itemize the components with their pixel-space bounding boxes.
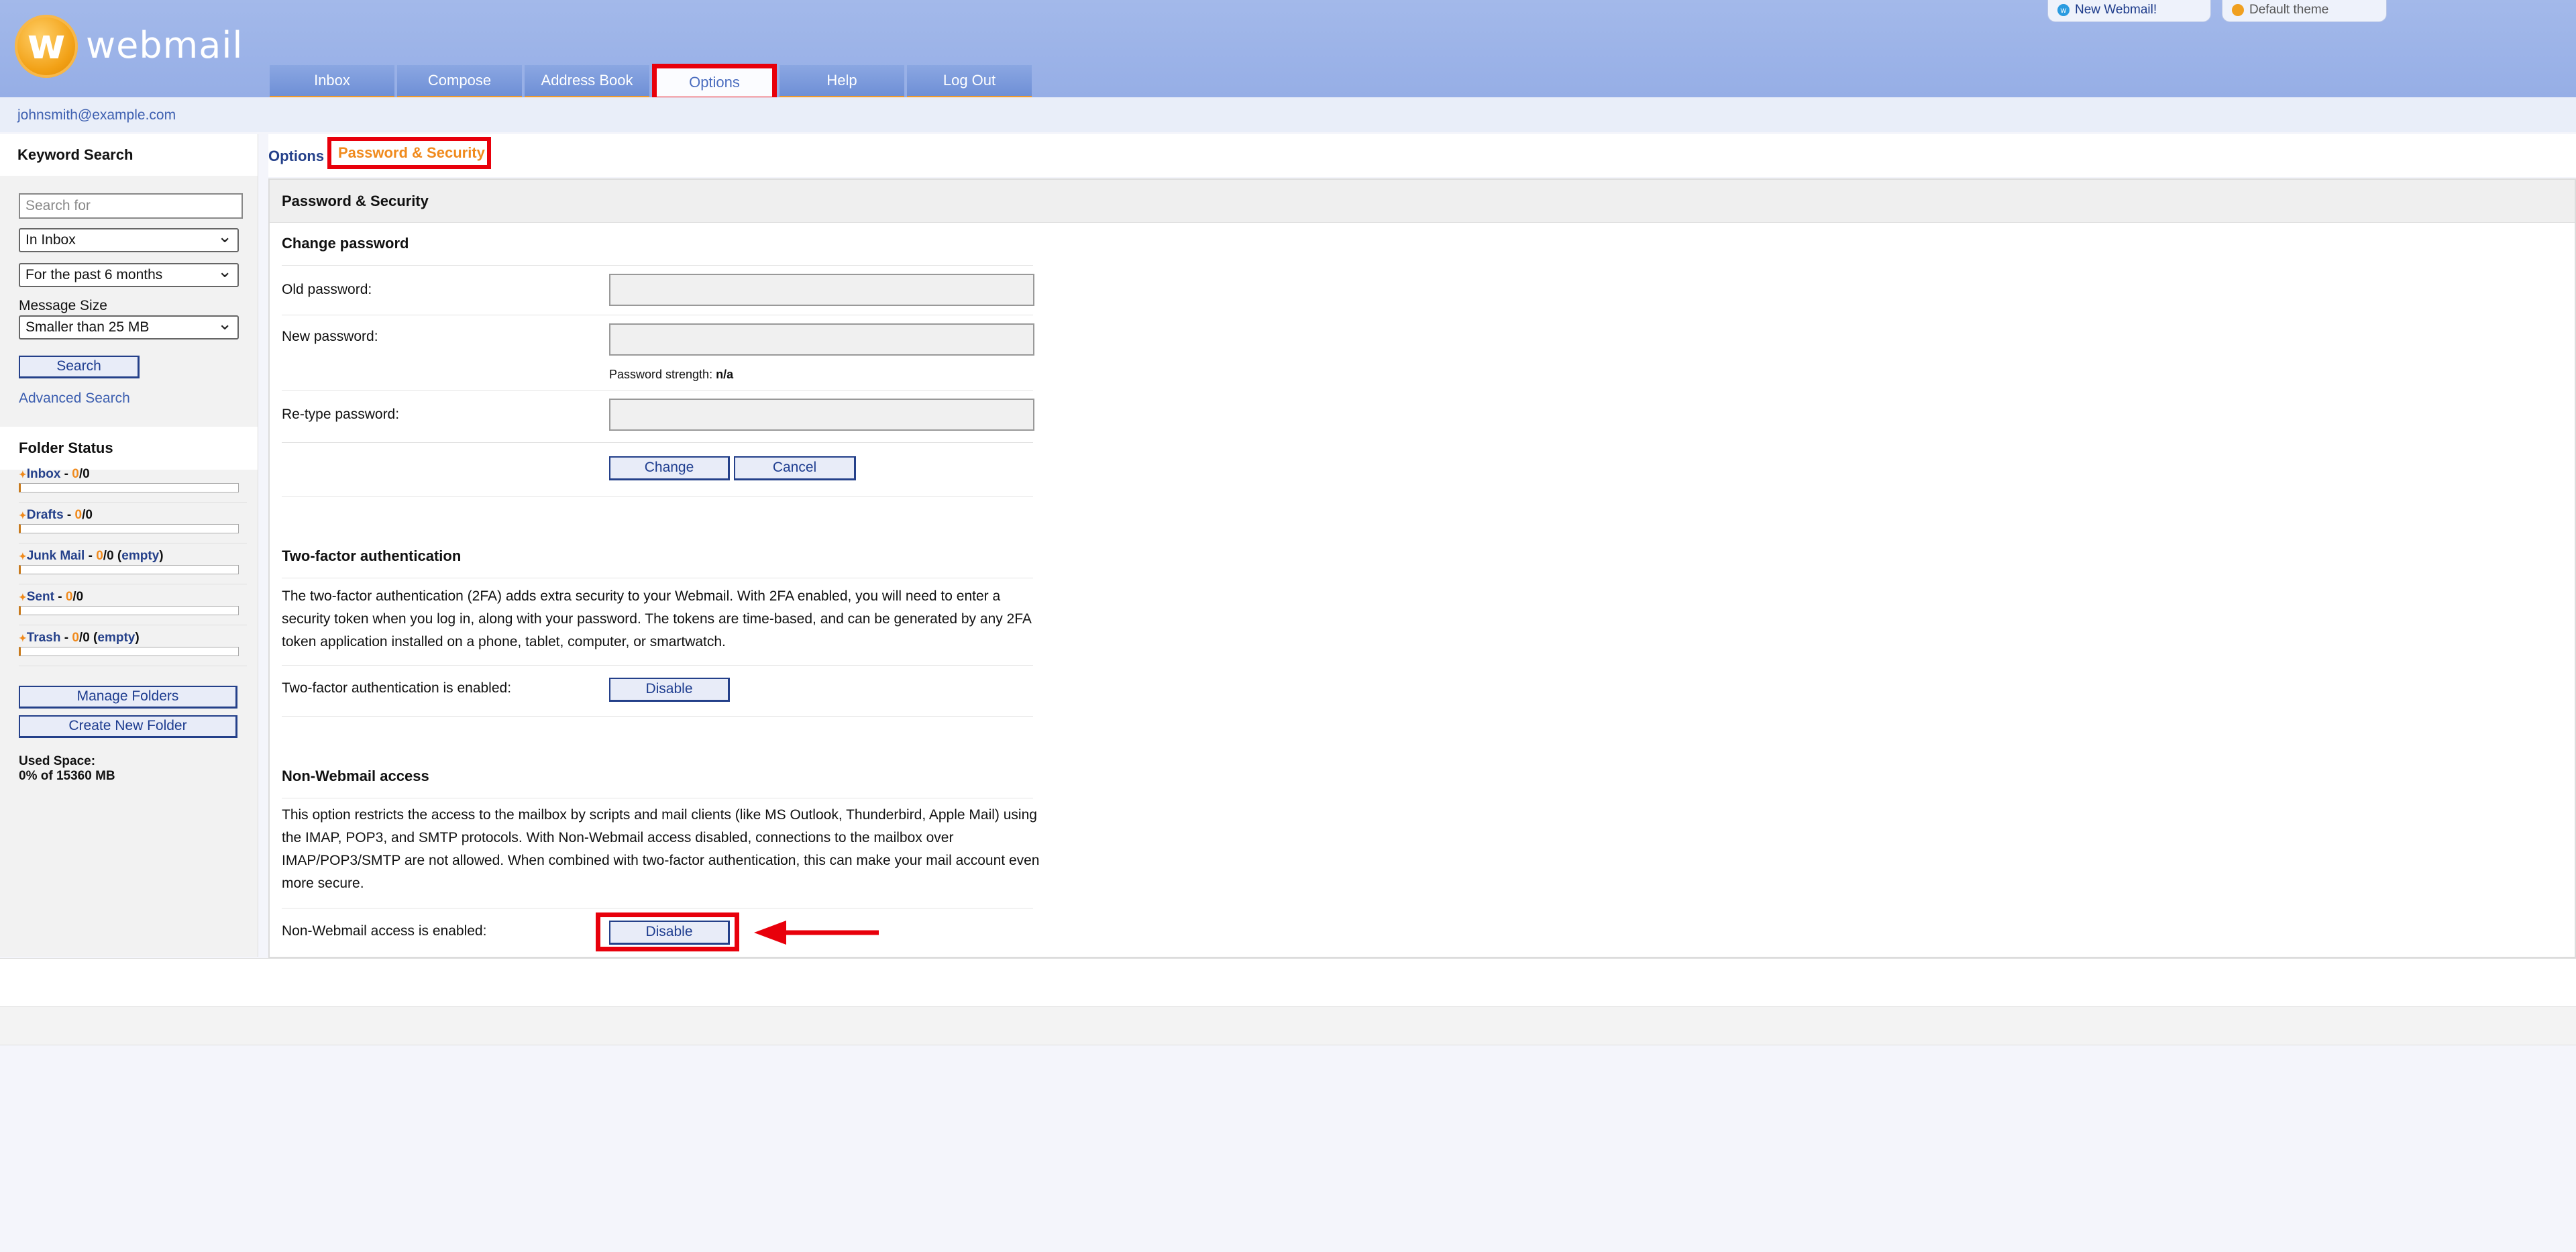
tab-help[interactable]: Help	[780, 65, 904, 99]
divider	[282, 797, 1033, 798]
user-bar: johnsmith@example.com	[0, 97, 2576, 132]
brand-name: webmail	[86, 24, 244, 66]
password-strength-value: n/a	[716, 368, 734, 381]
two-factor-title: Two-factor authentication	[282, 547, 462, 564]
breadcrumb: Options Password & Security	[268, 134, 2576, 177]
breadcrumb-options-link[interactable]: Options	[268, 148, 324, 165]
folder-usage-bar	[19, 606, 239, 615]
disable-2fa-button[interactable]: Disable	[609, 678, 730, 702]
keyword-search-title: Keyword Search	[0, 134, 258, 176]
folder-item-drafts[interactable]: ✦Drafts - 0/0	[19, 504, 247, 543]
tab-compose[interactable]: Compose	[397, 65, 522, 99]
retype-password-label: Re-type password:	[282, 407, 400, 422]
webmail-logo-icon[interactable]: w	[15, 15, 78, 78]
search-input[interactable]: Search for	[19, 193, 243, 219]
old-password-field[interactable]	[609, 274, 1034, 306]
divider	[282, 314, 1033, 315]
retype-password-field[interactable]	[609, 399, 1034, 431]
folder-usage-bar	[19, 483, 239, 492]
logo-letter: w	[27, 19, 66, 68]
theme-icon	[2232, 3, 2244, 16]
divider	[282, 264, 1033, 266]
folder-name: ✦Drafts - 0/0	[19, 508, 93, 522]
sidebar: Keyword Search Search for In Inbox For t…	[0, 134, 258, 957]
theme-label: Default theme	[2249, 3, 2329, 17]
message-size-label: Message Size	[19, 298, 107, 313]
divider	[282, 441, 1033, 443]
disable-non-webmail-button[interactable]: Disable	[609, 921, 730, 945]
folder-usage-bar	[19, 647, 239, 656]
message-size-select[interactable]: Smaller than 25 MB	[19, 313, 239, 340]
folder-item-inbox[interactable]: ✦Inbox - 0/0	[19, 463, 247, 503]
folder-name: ✦Junk Mail - 0/0 (empty)	[19, 549, 164, 563]
two-factor-description: The two-factor authentication (2FA) adds…	[282, 588, 1031, 649]
folder-name: ✦Trash - 0/0 (empty)	[19, 631, 140, 645]
divider	[282, 664, 1033, 666]
search-button[interactable]: Search	[19, 356, 140, 378]
new-webmail-label: New Webmail!	[2075, 3, 2157, 17]
tab-inbox[interactable]: Inbox	[270, 65, 394, 99]
divider	[282, 389, 1033, 390]
two-factor-status-label: Two-factor authentication is enabled:	[282, 680, 512, 696]
divider	[282, 907, 1033, 908]
user-email[interactable]: johnsmith@example.com	[17, 107, 176, 123]
divider	[282, 577, 1033, 578]
tab-log-out[interactable]: Log Out	[907, 65, 1032, 99]
create-new-folder-button[interactable]: Create New Folder	[19, 715, 237, 738]
non-webmail-status-label: Non-Webmail access is enabled:	[282, 923, 487, 939]
panel-title: Password & Security	[270, 180, 2575, 223]
empty-link[interactable]: empty	[121, 549, 159, 563]
star-icon: ✦	[19, 592, 27, 603]
folder-name: ✦Inbox - 0/0	[19, 467, 90, 481]
period-select[interactable]: For the past 6 months	[19, 260, 239, 287]
header: w webmail w New Webmail! Default theme In…	[0, 0, 2576, 101]
change-button[interactable]: Change	[609, 456, 730, 480]
folder-item-sent[interactable]: ✦Sent - 0/0	[19, 586, 247, 625]
old-password-label: Old password:	[282, 282, 372, 297]
non-webmail-title: Non-Webmail access	[282, 768, 429, 784]
main-nav: Inbox Compose Address Book Options Help …	[270, 64, 1034, 101]
folder-select[interactable]: In Inbox	[19, 225, 239, 252]
footer-spacer	[0, 958, 2576, 1007]
manage-folders-button[interactable]: Manage Folders	[19, 686, 237, 709]
divider	[282, 495, 1033, 497]
empty-link[interactable]: empty	[97, 631, 135, 645]
star-icon: ✦	[19, 469, 27, 480]
tab-options[interactable]: Options	[652, 64, 777, 101]
star-icon: ✦	[19, 510, 27, 521]
tab-address-book[interactable]: Address Book	[525, 65, 649, 99]
star-icon: ✦	[19, 551, 27, 562]
footer-bar	[0, 1006, 2576, 1045]
cancel-button[interactable]: Cancel	[734, 456, 856, 480]
advanced-search-link[interactable]: Advanced Search	[19, 390, 130, 407]
password-security-panel: Password & Security Change password Old …	[268, 178, 2576, 958]
password-strength: Password strength: n/a	[609, 368, 734, 381]
pointer-arrow-icon	[754, 921, 879, 945]
breadcrumb-current: Password & Security	[327, 137, 491, 169]
divider	[282, 715, 1033, 717]
used-space-label: Used Space:	[19, 754, 96, 768]
new-password-field[interactable]	[609, 323, 1034, 356]
webmail-small-icon: w	[2057, 3, 2070, 16]
used-space-value: 0% of 15360 MB	[19, 769, 115, 783]
folder-item-junk-mail[interactable]: ✦Junk Mail - 0/0 (empty)	[19, 545, 247, 584]
change-password-title: Change password	[282, 235, 409, 252]
folder-usage-bar	[19, 524, 239, 533]
star-icon: ✦	[19, 633, 27, 643]
new-password-label: New password:	[282, 329, 378, 344]
non-webmail-description: This option restricts the access to the …	[282, 807, 1040, 891]
folder-usage-bar	[19, 565, 239, 574]
folder-item-trash[interactable]: ✦Trash - 0/0 (empty)	[19, 627, 247, 666]
theme-selector[interactable]: Default theme	[2222, 0, 2387, 22]
folder-name: ✦Sent - 0/0	[19, 590, 84, 604]
new-webmail-link[interactable]: w New Webmail!	[2047, 0, 2211, 22]
